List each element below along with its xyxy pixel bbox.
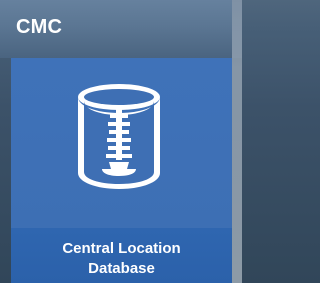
central-location-database-tile[interactable]: Central Location Database: [11, 58, 232, 283]
tile-label-area: Central Location Database: [11, 228, 232, 283]
tile-icon-area: [11, 58, 232, 228]
app-header: CMC: [0, 0, 242, 58]
database-icon: [78, 84, 160, 189]
section-title: CMC: [16, 16, 63, 38]
right-edge-decoration: [232, 0, 242, 283]
tile-label: Central Location Database: [62, 240, 181, 277]
